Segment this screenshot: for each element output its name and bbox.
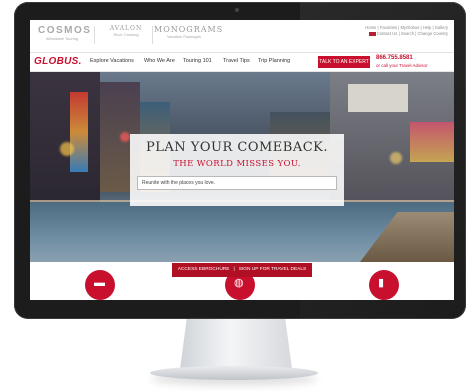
- flag-icon: [368, 31, 376, 36]
- brand-bar: COSMOS Affordable Touring AVALON River C…: [30, 20, 454, 53]
- camera-icon: [235, 8, 239, 12]
- cosmos-brand-link[interactable]: COSMOS Affordable Touring: [38, 25, 92, 41]
- utility-links[interactable]: Home | Favorites | MyGlobus | Help | Gal…: [365, 25, 448, 37]
- brand-divider: [152, 26, 153, 44]
- hero-photo-sign: [70, 92, 88, 172]
- nav-who-we-are[interactable]: Who We Are: [144, 58, 175, 64]
- hero-photo-light: [390, 152, 402, 164]
- monograms-tagline: Vacation Packages: [167, 34, 201, 39]
- phone-number[interactable]: 866.755.8581: [376, 55, 413, 61]
- brand-divider: [94, 26, 95, 44]
- hero-photo-light: [120, 132, 130, 142]
- monograms-name: MONOGRAMS: [154, 25, 224, 34]
- feature-circle-chart[interactable]: ▮: [369, 270, 399, 300]
- brochure-icon: ▬: [94, 277, 105, 289]
- hero-subtitle: THE WORLD MISSES YOU.: [173, 159, 301, 169]
- cosmos-name: COSMOS: [38, 25, 92, 36]
- feature-section: ACCESS EBROCHURE | SIGN UP FOR TRAVEL DEAL…: [30, 262, 454, 300]
- hero-banner: PLAN YOUR COMEBACK. THE WORLD MISSES YOU…: [30, 72, 454, 262]
- avalon-brand-link[interactable]: AVALON River Cruising: [102, 25, 150, 37]
- feature-circle-brochure[interactable]: ▬: [85, 270, 115, 300]
- nav-travel-tips[interactable]: Travel Tips: [223, 58, 250, 64]
- main-nav: GLOBUS. Explore Vacations Who We Are Tou…: [30, 53, 454, 72]
- globus-logo[interactable]: GLOBUS.: [34, 56, 82, 67]
- nav-trip-planning[interactable]: Trip Planning: [258, 58, 290, 64]
- signup-travel-deals-link[interactable]: SIGN UP FOR TRAVEL DEALS: [239, 267, 307, 272]
- phone-subtext: or call your Travel Advisor: [376, 63, 428, 68]
- nav-touring-101[interactable]: Touring 101: [183, 58, 212, 64]
- hero-photo-sign: [410, 122, 454, 162]
- globe-icon: ◍: [234, 277, 244, 289]
- destination-search-input[interactable]: Reunite with the places you love.: [137, 176, 337, 190]
- monograms-brand-link[interactable]: MONOGRAMS Vacation Packages: [154, 25, 224, 39]
- monitor-screen: COSMOS Affordable Touring AVALON River C…: [30, 20, 454, 300]
- avalon-name: AVALON: [109, 25, 143, 32]
- avalon-tagline: River Cruising: [113, 32, 139, 37]
- hero-title: PLAN YOUR COMEBACK.: [145, 140, 329, 155]
- monitor-stand-neck: [180, 319, 292, 369]
- access-ebrochure-link[interactable]: ACCESS EBROCHURE: [178, 267, 230, 272]
- utility-line-2[interactable]: Contact Us | Search | Change Country: [365, 31, 448, 37]
- talk-to-expert-button[interactable]: TALK TO AN EXPERT: [318, 56, 370, 68]
- cosmos-tagline: Affordable Touring: [45, 36, 79, 41]
- nav-explore-vacations[interactable]: Explore Vacations: [90, 58, 134, 64]
- hero-photo-sign: [348, 84, 408, 112]
- ebrochure-signup-bar: ACCESS EBROCHURE | SIGN UP FOR TRAVEL DEAL…: [172, 263, 312, 277]
- hero-overlay-box: PLAN YOUR COMEBACK. THE WORLD MISSES YOU…: [130, 134, 344, 206]
- divider: |: [233, 267, 235, 272]
- hero-photo-light: [60, 142, 74, 156]
- chart-icon: ▮: [378, 277, 385, 289]
- utility-line-2-text[interactable]: Contact Us | Search | Change Country: [377, 31, 448, 36]
- monitor-stand-base: [150, 366, 318, 380]
